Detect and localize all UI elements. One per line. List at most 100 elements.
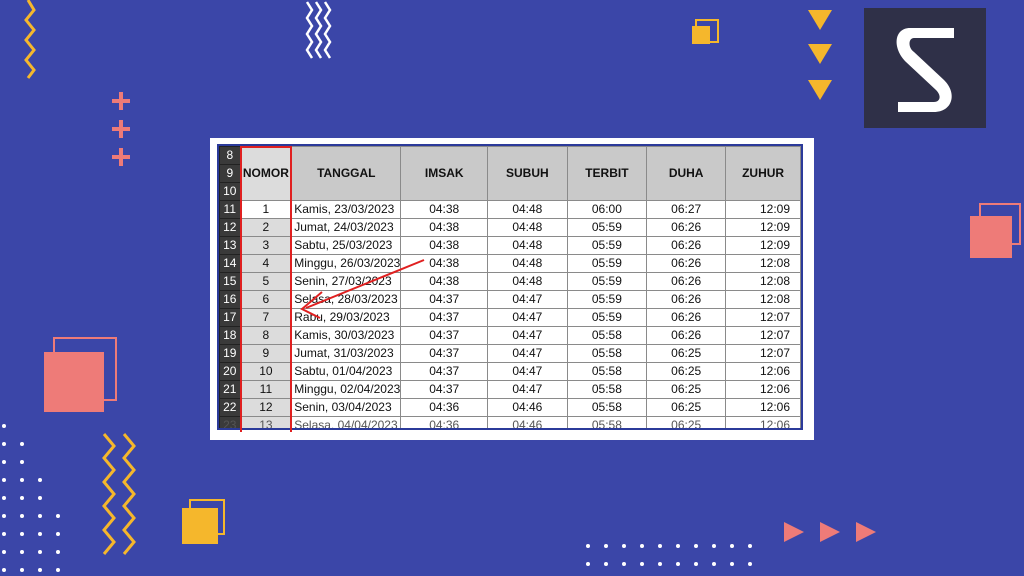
cell-subuh[interactable]: 04:46 bbox=[487, 416, 568, 428]
row-number[interactable]: 20 bbox=[219, 362, 241, 381]
table-row[interactable]: 18 8 Kamis, 30/03/2023 04:37 04:47 05:58 06:26… bbox=[219, 326, 801, 345]
cell-zuhur[interactable]: 12:06 bbox=[725, 380, 801, 399]
cell-zuhur[interactable]: 12:07 bbox=[725, 344, 801, 363]
cell-subuh[interactable]: 04:47 bbox=[487, 362, 568, 381]
cell-imsak[interactable]: 04:37 bbox=[400, 308, 489, 327]
cell-subuh[interactable]: 04:46 bbox=[487, 398, 568, 417]
cell-terbit[interactable]: 05:58 bbox=[566, 344, 648, 363]
cell-zuhur[interactable]: 12:06 bbox=[725, 398, 801, 417]
cell-imsak[interactable]: 04:36 bbox=[400, 416, 489, 428]
cell-nomor[interactable]: 11 bbox=[239, 380, 293, 399]
cell-tanggal[interactable]: Selasa, 28/03/2023 bbox=[291, 290, 402, 309]
cell-tanggal[interactable]: Jumat, 31/03/2023 bbox=[291, 344, 402, 363]
row-number[interactable]: 18 bbox=[219, 326, 241, 345]
cell-zuhur[interactable]: 12:07 bbox=[725, 326, 801, 345]
table-row[interactable]: 20 10 Sabtu, 01/04/2023 04:37 04:47 05:58 06:2… bbox=[219, 362, 801, 381]
cell-zuhur[interactable]: 12:09 bbox=[725, 200, 801, 219]
cell-subuh[interactable]: 04:48 bbox=[487, 272, 568, 291]
cell-terbit[interactable]: 05:58 bbox=[566, 362, 648, 381]
cell-duha[interactable]: 06:26 bbox=[646, 254, 727, 273]
table-row[interactable]: 23 13 Selasa, 04/04/2023 04:36 04:46 05:58 06:… bbox=[219, 416, 801, 428]
table-row[interactable]: 21 11 Minggu, 02/04/2023 04:37 04:47 05:58 06:… bbox=[219, 380, 801, 399]
cell-imsak[interactable]: 04:38 bbox=[400, 254, 489, 273]
cell-duha[interactable]: 06:25 bbox=[646, 398, 727, 417]
cell-nomor[interactable]: 6 bbox=[239, 290, 293, 309]
row-number[interactable]: 22 bbox=[219, 398, 241, 417]
cell-nomor[interactable]: 4 bbox=[239, 254, 293, 273]
cell-terbit[interactable]: 05:59 bbox=[566, 272, 648, 291]
row-number[interactable]: 12 bbox=[219, 218, 241, 237]
cell-imsak[interactable]: 04:37 bbox=[400, 362, 489, 381]
row-number[interactable]: 11 bbox=[219, 200, 241, 219]
cell-tanggal[interactable]: Sabtu, 01/04/2023 bbox=[291, 362, 402, 381]
header-nomor[interactable]: NOMOR bbox=[239, 146, 293, 201]
cell-tanggal[interactable]: Senin, 03/04/2023 bbox=[291, 398, 402, 417]
table-row[interactable]: 15 5 Senin, 27/03/2023 04:38 04:48 05:59 06:26… bbox=[219, 272, 801, 291]
cell-subuh[interactable]: 04:47 bbox=[487, 326, 568, 345]
cell-tanggal[interactable]: Jumat, 24/03/2023 bbox=[291, 218, 402, 237]
cell-duha[interactable]: 06:26 bbox=[646, 326, 727, 345]
cell-subuh[interactable]: 04:47 bbox=[487, 344, 568, 363]
cell-tanggal[interactable]: Sabtu, 25/03/2023 bbox=[291, 236, 402, 255]
cell-duha[interactable]: 06:26 bbox=[646, 272, 727, 291]
row-number[interactable]: 16 bbox=[219, 290, 241, 309]
cell-nomor[interactable]: 8 bbox=[239, 326, 293, 345]
row-number[interactable]: 14 bbox=[219, 254, 241, 273]
table-row[interactable]: 12 2 Jumat, 24/03/2023 04:38 04:48 05:59 06:26… bbox=[219, 218, 801, 237]
table-row[interactable]: 13 3 Sabtu, 25/03/2023 04:38 04:48 05:59 06:26… bbox=[219, 236, 801, 255]
header-duha[interactable]: DUHA bbox=[646, 146, 727, 201]
cell-imsak[interactable]: 04:38 bbox=[400, 218, 489, 237]
cell-terbit[interactable]: 05:58 bbox=[566, 398, 648, 417]
row-number[interactable]: 19 bbox=[219, 344, 241, 363]
cell-tanggal[interactable]: Minggu, 26/03/2023 bbox=[291, 254, 402, 273]
cell-duha[interactable]: 06:25 bbox=[646, 344, 727, 363]
cell-imsak[interactable]: 04:38 bbox=[400, 200, 489, 219]
cell-zuhur[interactable]: 12:08 bbox=[725, 272, 801, 291]
header-subuh[interactable]: SUBUH bbox=[487, 146, 568, 201]
cell-terbit[interactable]: 05:58 bbox=[566, 380, 648, 399]
cell-terbit[interactable]: 05:58 bbox=[566, 326, 648, 345]
cell-nomor[interactable]: 9 bbox=[239, 344, 293, 363]
cell-zuhur[interactable]: 12:06 bbox=[725, 416, 801, 428]
cell-tanggal[interactable]: Kamis, 30/03/2023 bbox=[291, 326, 402, 345]
cell-zuhur[interactable]: 12:08 bbox=[725, 290, 801, 309]
table-row[interactable]: 16 6 Selasa, 28/03/2023 04:37 04:47 05:59 06:2… bbox=[219, 290, 801, 309]
cell-terbit[interactable]: 05:59 bbox=[566, 308, 648, 327]
row-number[interactable]: 13 bbox=[219, 236, 241, 255]
cell-nomor[interactable]: 1 bbox=[239, 200, 293, 219]
cell-nomor[interactable]: 2 bbox=[239, 218, 293, 237]
row-number[interactable]: 23 bbox=[219, 416, 241, 428]
cell-duha[interactable]: 06:26 bbox=[646, 218, 727, 237]
cell-imsak[interactable]: 04:37 bbox=[400, 380, 489, 399]
cell-subuh[interactable]: 04:47 bbox=[487, 308, 568, 327]
row-number[interactable]: 21 bbox=[219, 380, 241, 399]
cell-zuhur[interactable]: 12:06 bbox=[725, 362, 801, 381]
cell-imsak[interactable]: 04:37 bbox=[400, 344, 489, 363]
table-row[interactable]: 14 4 Minggu, 26/03/2023 04:38 04:48 05:59 06:2… bbox=[219, 254, 801, 273]
cell-terbit[interactable]: 05:59 bbox=[566, 254, 648, 273]
row-number[interactable]: 9 bbox=[219, 164, 241, 183]
cell-tanggal[interactable]: Senin, 27/03/2023 bbox=[291, 272, 402, 291]
table-row[interactable]: 19 9 Jumat, 31/03/2023 04:37 04:47 05:58 06:25… bbox=[219, 344, 801, 363]
cell-nomor[interactable]: 13 bbox=[239, 416, 293, 428]
cell-subuh[interactable]: 04:48 bbox=[487, 254, 568, 273]
cell-terbit[interactable]: 05:59 bbox=[566, 290, 648, 309]
row-number[interactable]: 8 bbox=[219, 146, 241, 165]
row-number[interactable]: 17 bbox=[219, 308, 241, 327]
header-terbit[interactable]: TERBIT bbox=[566, 146, 648, 201]
cell-duha[interactable]: 06:26 bbox=[646, 236, 727, 255]
cell-nomor[interactable]: 10 bbox=[239, 362, 293, 381]
cell-nomor[interactable]: 3 bbox=[239, 236, 293, 255]
cell-tanggal[interactable]: Selasa, 04/04/2023 bbox=[291, 416, 402, 428]
cell-terbit[interactable]: 05:59 bbox=[566, 218, 648, 237]
cell-tanggal[interactable]: Rabu, 29/03/2023 bbox=[291, 308, 402, 327]
cell-nomor[interactable]: 5 bbox=[239, 272, 293, 291]
cell-terbit[interactable]: 05:59 bbox=[566, 236, 648, 255]
row-number[interactable]: 10 bbox=[219, 182, 241, 201]
table-row[interactable]: 11 1 Kamis, 23/03/2023 04:38 04:48 06:00 06:27… bbox=[219, 200, 801, 219]
header-zuhur[interactable]: ZUHUR bbox=[725, 146, 801, 201]
cell-subuh[interactable]: 04:48 bbox=[487, 236, 568, 255]
cell-imsak[interactable]: 04:37 bbox=[400, 326, 489, 345]
cell-tanggal[interactable]: Minggu, 02/04/2023 bbox=[291, 380, 402, 399]
header-imsak[interactable]: IMSAK bbox=[400, 146, 489, 201]
